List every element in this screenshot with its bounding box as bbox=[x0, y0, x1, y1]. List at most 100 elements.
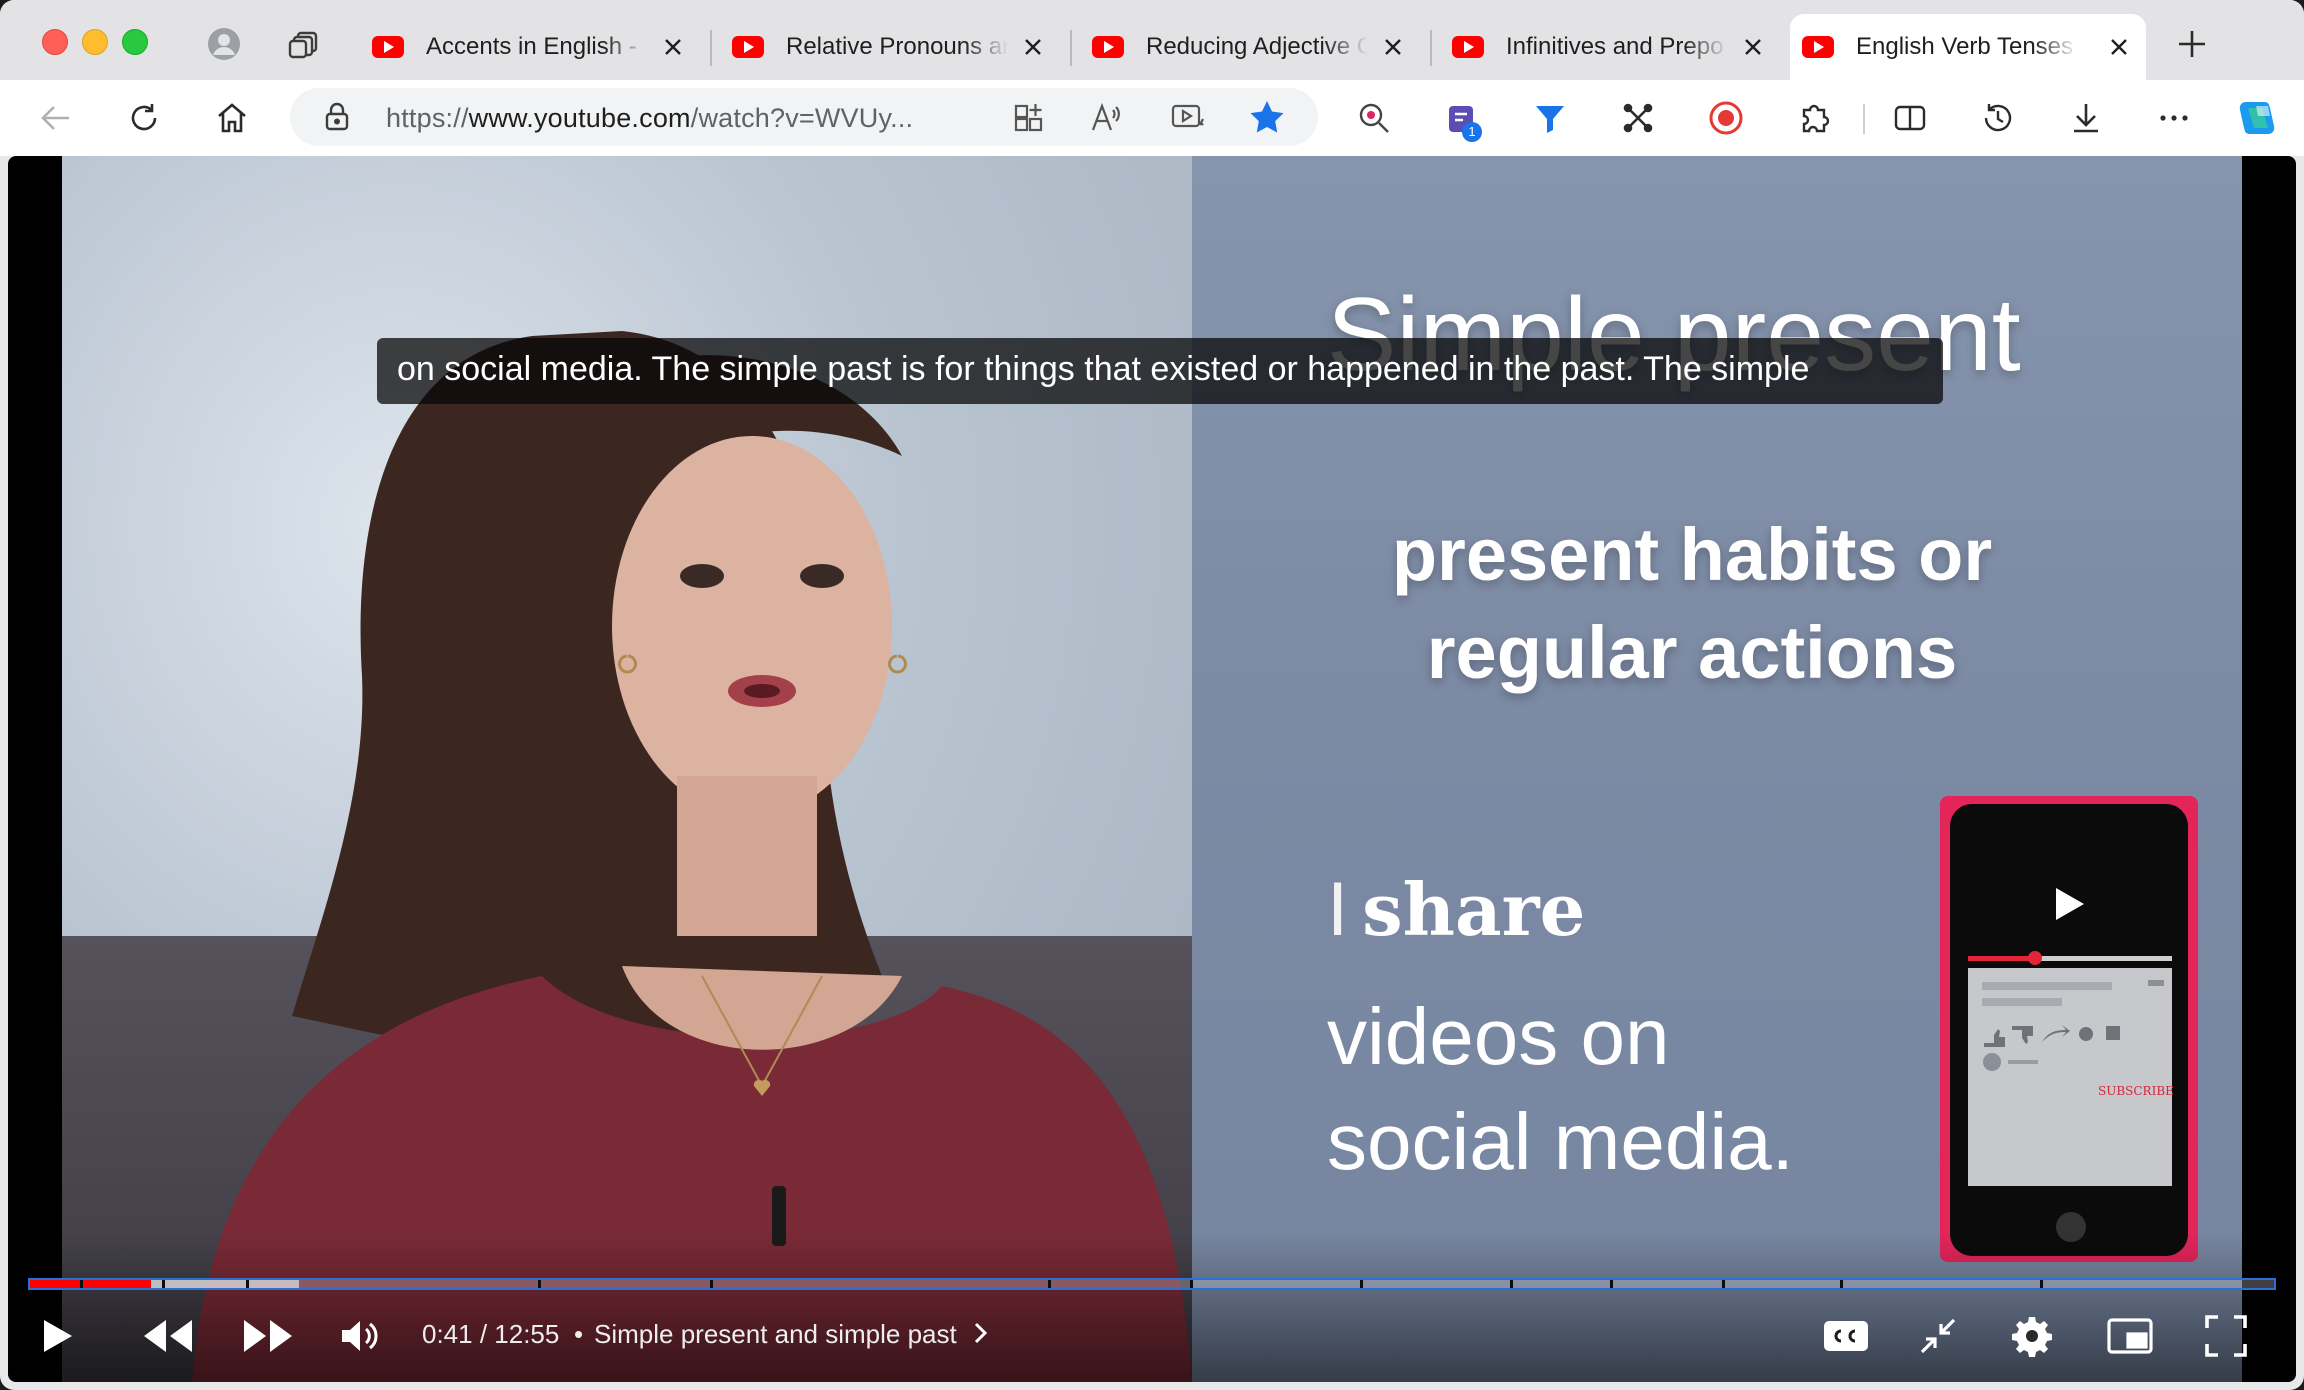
extensions-puzzle-icon[interactable] bbox=[1792, 96, 1836, 140]
extension-badge: 1 bbox=[1462, 122, 1482, 142]
tab-separator bbox=[1430, 30, 1432, 66]
url-scheme: https:// bbox=[386, 103, 469, 133]
play-button[interactable] bbox=[26, 1306, 86, 1366]
downloads-icon[interactable] bbox=[2064, 96, 2108, 140]
phone-subscribe-text: SUBSCRIBE bbox=[2098, 1084, 2174, 1098]
chapter-marker bbox=[1610, 1280, 1613, 1288]
url-path: /watch?v=WVUy... bbox=[690, 103, 914, 133]
subtitles-button[interactable] bbox=[1816, 1306, 1876, 1366]
fullscreen-button[interactable] bbox=[2196, 1306, 2256, 1366]
youtube-favicon-icon bbox=[1452, 36, 1484, 58]
phone-progress-knob bbox=[2028, 951, 2042, 965]
closed-caption-text: on social media. The simple past is for … bbox=[397, 350, 1810, 388]
fast-forward-button[interactable] bbox=[238, 1306, 298, 1366]
tab-strip: Accents in English - Relative Pronouns a… bbox=[0, 0, 2304, 80]
tab-1[interactable]: Accents in English - bbox=[360, 14, 700, 80]
chapter-marker bbox=[1190, 1280, 1193, 1288]
new-tab-button[interactable] bbox=[2172, 24, 2212, 64]
split-screen-icon[interactable] bbox=[1888, 96, 1932, 140]
lock-icon[interactable] bbox=[324, 102, 350, 137]
browser-window: Accents in English - Relative Pronouns a… bbox=[0, 0, 2304, 1390]
slide-example-pronoun: I bbox=[1327, 867, 1349, 952]
chapter-marker bbox=[162, 1280, 165, 1288]
tab-separator bbox=[1070, 30, 1072, 66]
slide-example-line1: Ishare bbox=[1327, 866, 1585, 953]
rewind-button[interactable] bbox=[138, 1306, 198, 1366]
slide-subtitle: present habits or regular actions bbox=[1302, 506, 2082, 702]
tab-3[interactable]: Reducing Adjective C bbox=[1080, 14, 1420, 80]
tab-4[interactable]: Infinitives and Prepo bbox=[1440, 14, 1780, 80]
miniplayer-collapse-icon[interactable] bbox=[1908, 1306, 1968, 1366]
slide-phone-illustration: SUBSCRIBE bbox=[1940, 796, 2198, 1262]
chapter-marker bbox=[1360, 1280, 1363, 1288]
chapter-marker bbox=[710, 1280, 713, 1288]
back-button[interactable] bbox=[34, 96, 78, 140]
played-fill bbox=[30, 1280, 151, 1288]
read-aloud-icon[interactable] bbox=[1090, 100, 1124, 139]
refresh-button[interactable] bbox=[122, 96, 166, 140]
chapter-marker bbox=[80, 1280, 83, 1288]
tab-close-icon[interactable] bbox=[1740, 34, 1766, 60]
chapter-separator: • bbox=[574, 1319, 584, 1349]
video-progress-bar[interactable] bbox=[28, 1278, 2276, 1290]
slide-subtitle-line2: regular actions bbox=[1426, 611, 1958, 694]
slide-example-verb: share bbox=[1362, 867, 1586, 952]
chapter-marker bbox=[1510, 1280, 1513, 1288]
slide-example-line3: social media. bbox=[1327, 1097, 1794, 1186]
youtube-favicon-icon bbox=[372, 36, 404, 58]
chapter-marker bbox=[1722, 1280, 1725, 1288]
phone-progress-bar bbox=[1968, 956, 2172, 961]
slide-example-line2: videos on bbox=[1327, 992, 1670, 1081]
tab-2[interactable]: Relative Pronouns and bbox=[720, 14, 1060, 80]
time-display: 0:41 / 12:55 bbox=[422, 1319, 560, 1349]
app-available-icon[interactable] bbox=[1012, 100, 1046, 139]
record-extension-icon[interactable] bbox=[1704, 96, 1748, 140]
zoom-extension-icon[interactable] bbox=[1352, 96, 1396, 140]
youtube-favicon-icon bbox=[732, 36, 764, 58]
profile-icon[interactable] bbox=[206, 26, 242, 62]
video-picture-icon[interactable] bbox=[1170, 100, 1206, 139]
tab-close-icon[interactable] bbox=[1020, 34, 1046, 60]
filter-extension-icon[interactable] bbox=[1528, 96, 1572, 140]
phone-body: SUBSCRIBE bbox=[1950, 804, 2188, 1256]
tab-title: Accents in English - bbox=[426, 33, 637, 60]
settings-gear-icon[interactable] bbox=[2002, 1306, 2062, 1366]
chapter-marker bbox=[1840, 1280, 1843, 1288]
tab-close-icon[interactable] bbox=[2106, 34, 2132, 60]
phone-screen bbox=[1968, 968, 2172, 1186]
chapter-marker bbox=[1048, 1280, 1051, 1288]
minimize-window-button[interactable] bbox=[82, 29, 108, 55]
chapter-marker bbox=[246, 1280, 249, 1288]
copilot-icon[interactable] bbox=[2236, 96, 2280, 140]
tab-close-icon[interactable] bbox=[660, 34, 686, 60]
chevron-right-icon[interactable] bbox=[966, 1316, 996, 1350]
more-options-icon[interactable] bbox=[2152, 96, 2196, 140]
close-window-button[interactable] bbox=[42, 29, 68, 55]
tab-title: English Verb Tenses bbox=[1856, 33, 2074, 60]
favorite-star-icon[interactable] bbox=[1248, 98, 1286, 141]
url-host: www.youtube.com bbox=[468, 103, 691, 133]
youtube-favicon-icon bbox=[1802, 36, 1834, 58]
slide-subtitle-line1: present habits or bbox=[1391, 513, 1993, 596]
zoom-window-button[interactable] bbox=[122, 29, 148, 55]
nodes-extension-icon[interactable] bbox=[1616, 96, 1660, 140]
tab-title: Relative Pronouns and bbox=[786, 33, 1008, 60]
chapter-title[interactable]: Simple present and simple past bbox=[594, 1319, 957, 1350]
workspaces-icon[interactable] bbox=[286, 26, 322, 62]
toolbar-divider bbox=[1863, 104, 1865, 134]
address-bar[interactable]: https://www.youtube.com/watch?v=WVUy... bbox=[290, 88, 1318, 146]
tab-title: Infinitives and Prepo bbox=[1506, 33, 1724, 60]
home-button[interactable] bbox=[210, 96, 254, 140]
address-url[interactable]: https://www.youtube.com/watch?v=WVUy... bbox=[386, 103, 913, 134]
chapter-marker bbox=[538, 1280, 541, 1288]
tab-close-icon[interactable] bbox=[1380, 34, 1406, 60]
miniplayer-button[interactable] bbox=[2100, 1306, 2160, 1366]
phone-play-icon bbox=[2056, 888, 2084, 920]
video-player[interactable]: Simple present present habits or regular… bbox=[8, 156, 2296, 1382]
tab-separator bbox=[710, 30, 712, 66]
history-icon[interactable] bbox=[1976, 96, 2020, 140]
tab-5-active[interactable]: English Verb Tenses bbox=[1790, 14, 2146, 80]
tab-title: Reducing Adjective C bbox=[1146, 33, 1368, 60]
volume-button[interactable] bbox=[330, 1306, 390, 1366]
browser-toolbar: https://www.youtube.com/watch?v=WVUy... … bbox=[0, 80, 2304, 156]
